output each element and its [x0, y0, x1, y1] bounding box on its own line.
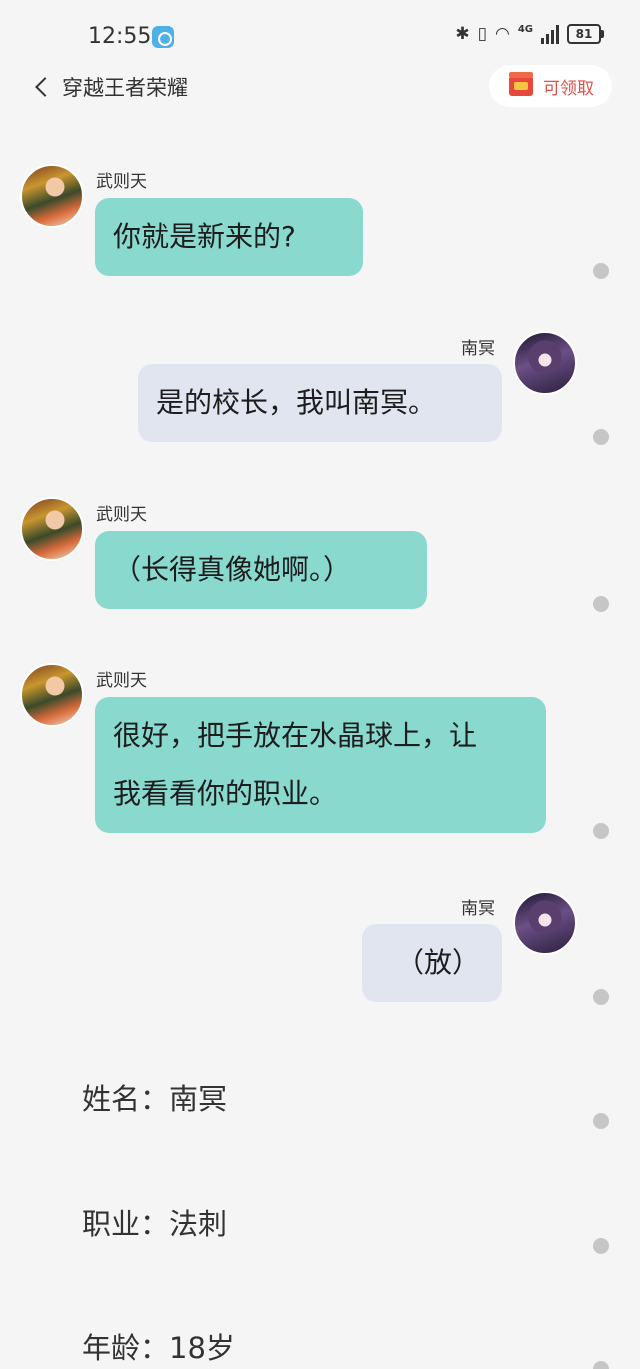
sender-name: 武则天 [96, 505, 147, 525]
message-dot[interactable] [593, 823, 609, 839]
message-bubble[interactable]: （长得真像她啊。） [95, 531, 427, 609]
message-dot[interactable] [593, 989, 609, 1005]
avatar-wuzetian[interactable] [20, 497, 84, 561]
message-dot[interactable] [593, 429, 609, 445]
back-button[interactable]: 穿越王者荣耀 [32, 72, 188, 102]
sender-name: 武则天 [96, 172, 147, 192]
avatar-nanming[interactable] [513, 331, 577, 395]
avatar-nanming[interactable] [513, 891, 577, 955]
status-time: 12:55 [88, 24, 152, 49]
status-icons: ✱ ▯ ◠ 4G 81 [455, 24, 604, 44]
signal-icon [541, 24, 559, 44]
sender-name: 武则天 [96, 671, 147, 691]
battery-level: 81 [567, 24, 601, 44]
avatar-wuzetian[interactable] [20, 164, 84, 228]
claim-reward-button[interactable]: 可领取 [489, 65, 612, 107]
network-type-label: 4G [517, 24, 533, 35]
message-bubble[interactable]: 很好，把手放在水晶球上，让 我看看你的职业。 [95, 697, 546, 833]
avatar-wuzetian[interactable] [20, 663, 84, 727]
wifi-icon: ◠ [494, 24, 510, 44]
chevron-left-icon [35, 77, 55, 97]
gift-icon [509, 72, 533, 96]
message-bubble[interactable]: 你就是新来的? [95, 198, 363, 276]
bluetooth-icon: ✱ [455, 24, 470, 44]
claim-reward-label: 可领取 [543, 78, 594, 99]
message-line: 我看看你的职业。 [113, 777, 338, 810]
narration-age: 年龄：18岁 [82, 1331, 235, 1365]
message-dot[interactable] [593, 1113, 609, 1129]
sender-name: 南冥 [461, 899, 495, 919]
narration-name: 姓名：南冥 [82, 1082, 228, 1116]
app-notification-icon [152, 26, 174, 48]
vibrate-icon: ▯ [477, 24, 487, 44]
status-bar: 12:55 ✱ ▯ ◠ 4G 81 [0, 0, 640, 70]
message-dot[interactable] [593, 263, 609, 279]
sender-name: 南冥 [461, 339, 495, 359]
page-title: 穿越王者荣耀 [62, 76, 188, 100]
message-dot[interactable] [593, 1361, 609, 1369]
narration-class: 职业：法刺 [82, 1207, 228, 1241]
message-line: 很好，把手放在水晶球上，让 [113, 719, 478, 752]
message-dot[interactable] [593, 596, 609, 612]
chat-header: 穿越王者荣耀 可领取 [0, 62, 640, 112]
message-bubble[interactable]: （放） [362, 924, 502, 1002]
battery-icon: 81 [567, 24, 604, 44]
message-bubble[interactable]: 是的校长，我叫南冥。 [138, 364, 502, 442]
message-dot[interactable] [593, 1238, 609, 1254]
